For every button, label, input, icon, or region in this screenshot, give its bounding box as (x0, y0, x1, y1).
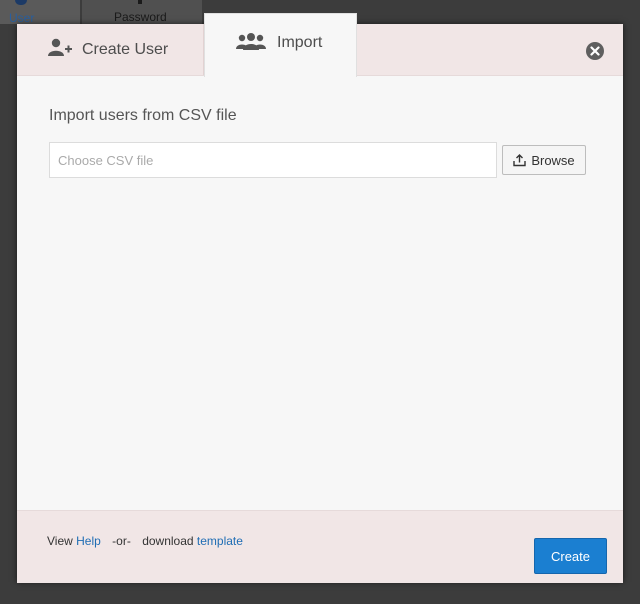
template-link[interactable]: template (197, 534, 243, 548)
footer-help-text: View Help -or- download template (47, 534, 243, 548)
modal-tabbar: Create User Import (17, 13, 623, 77)
tab-create-user-label: Create User (82, 40, 169, 58)
upload-icon (513, 153, 527, 166)
modal-footer: View Help -or- download template Create (17, 510, 623, 583)
create-button[interactable]: Create (534, 538, 607, 574)
browse-button-label: Browse (531, 152, 575, 168)
download-text: download (142, 534, 194, 548)
add-user-icon (48, 38, 72, 61)
browse-button[interactable]: Browse (502, 145, 586, 175)
csv-file-input[interactable] (49, 142, 497, 178)
view-text: View (47, 534, 73, 548)
create-user-modal: Create User Import Import users from CSV… (17, 13, 623, 583)
close-icon (590, 46, 600, 56)
users-group-icon (235, 32, 267, 55)
nav-item-user-label: User (9, 11, 35, 25)
tab-import[interactable]: Import (204, 13, 357, 77)
help-link[interactable]: Help (76, 534, 101, 548)
nav-item-password-label: Password (114, 10, 167, 24)
nav-item-user[interactable]: User (0, 0, 80, 25)
or-text: -or- (112, 534, 131, 548)
user-icon (15, 0, 27, 5)
section-title: Import users from CSV file (49, 107, 237, 124)
import-panel: Import users from CSV file Browse (17, 76, 623, 510)
nav-item-password[interactable]: Password (82, 0, 202, 24)
tab-create-user[interactable]: Create User (17, 24, 204, 75)
close-button[interactable] (586, 42, 604, 60)
tab-import-label: Import (277, 34, 323, 51)
key-icon (138, 0, 142, 4)
